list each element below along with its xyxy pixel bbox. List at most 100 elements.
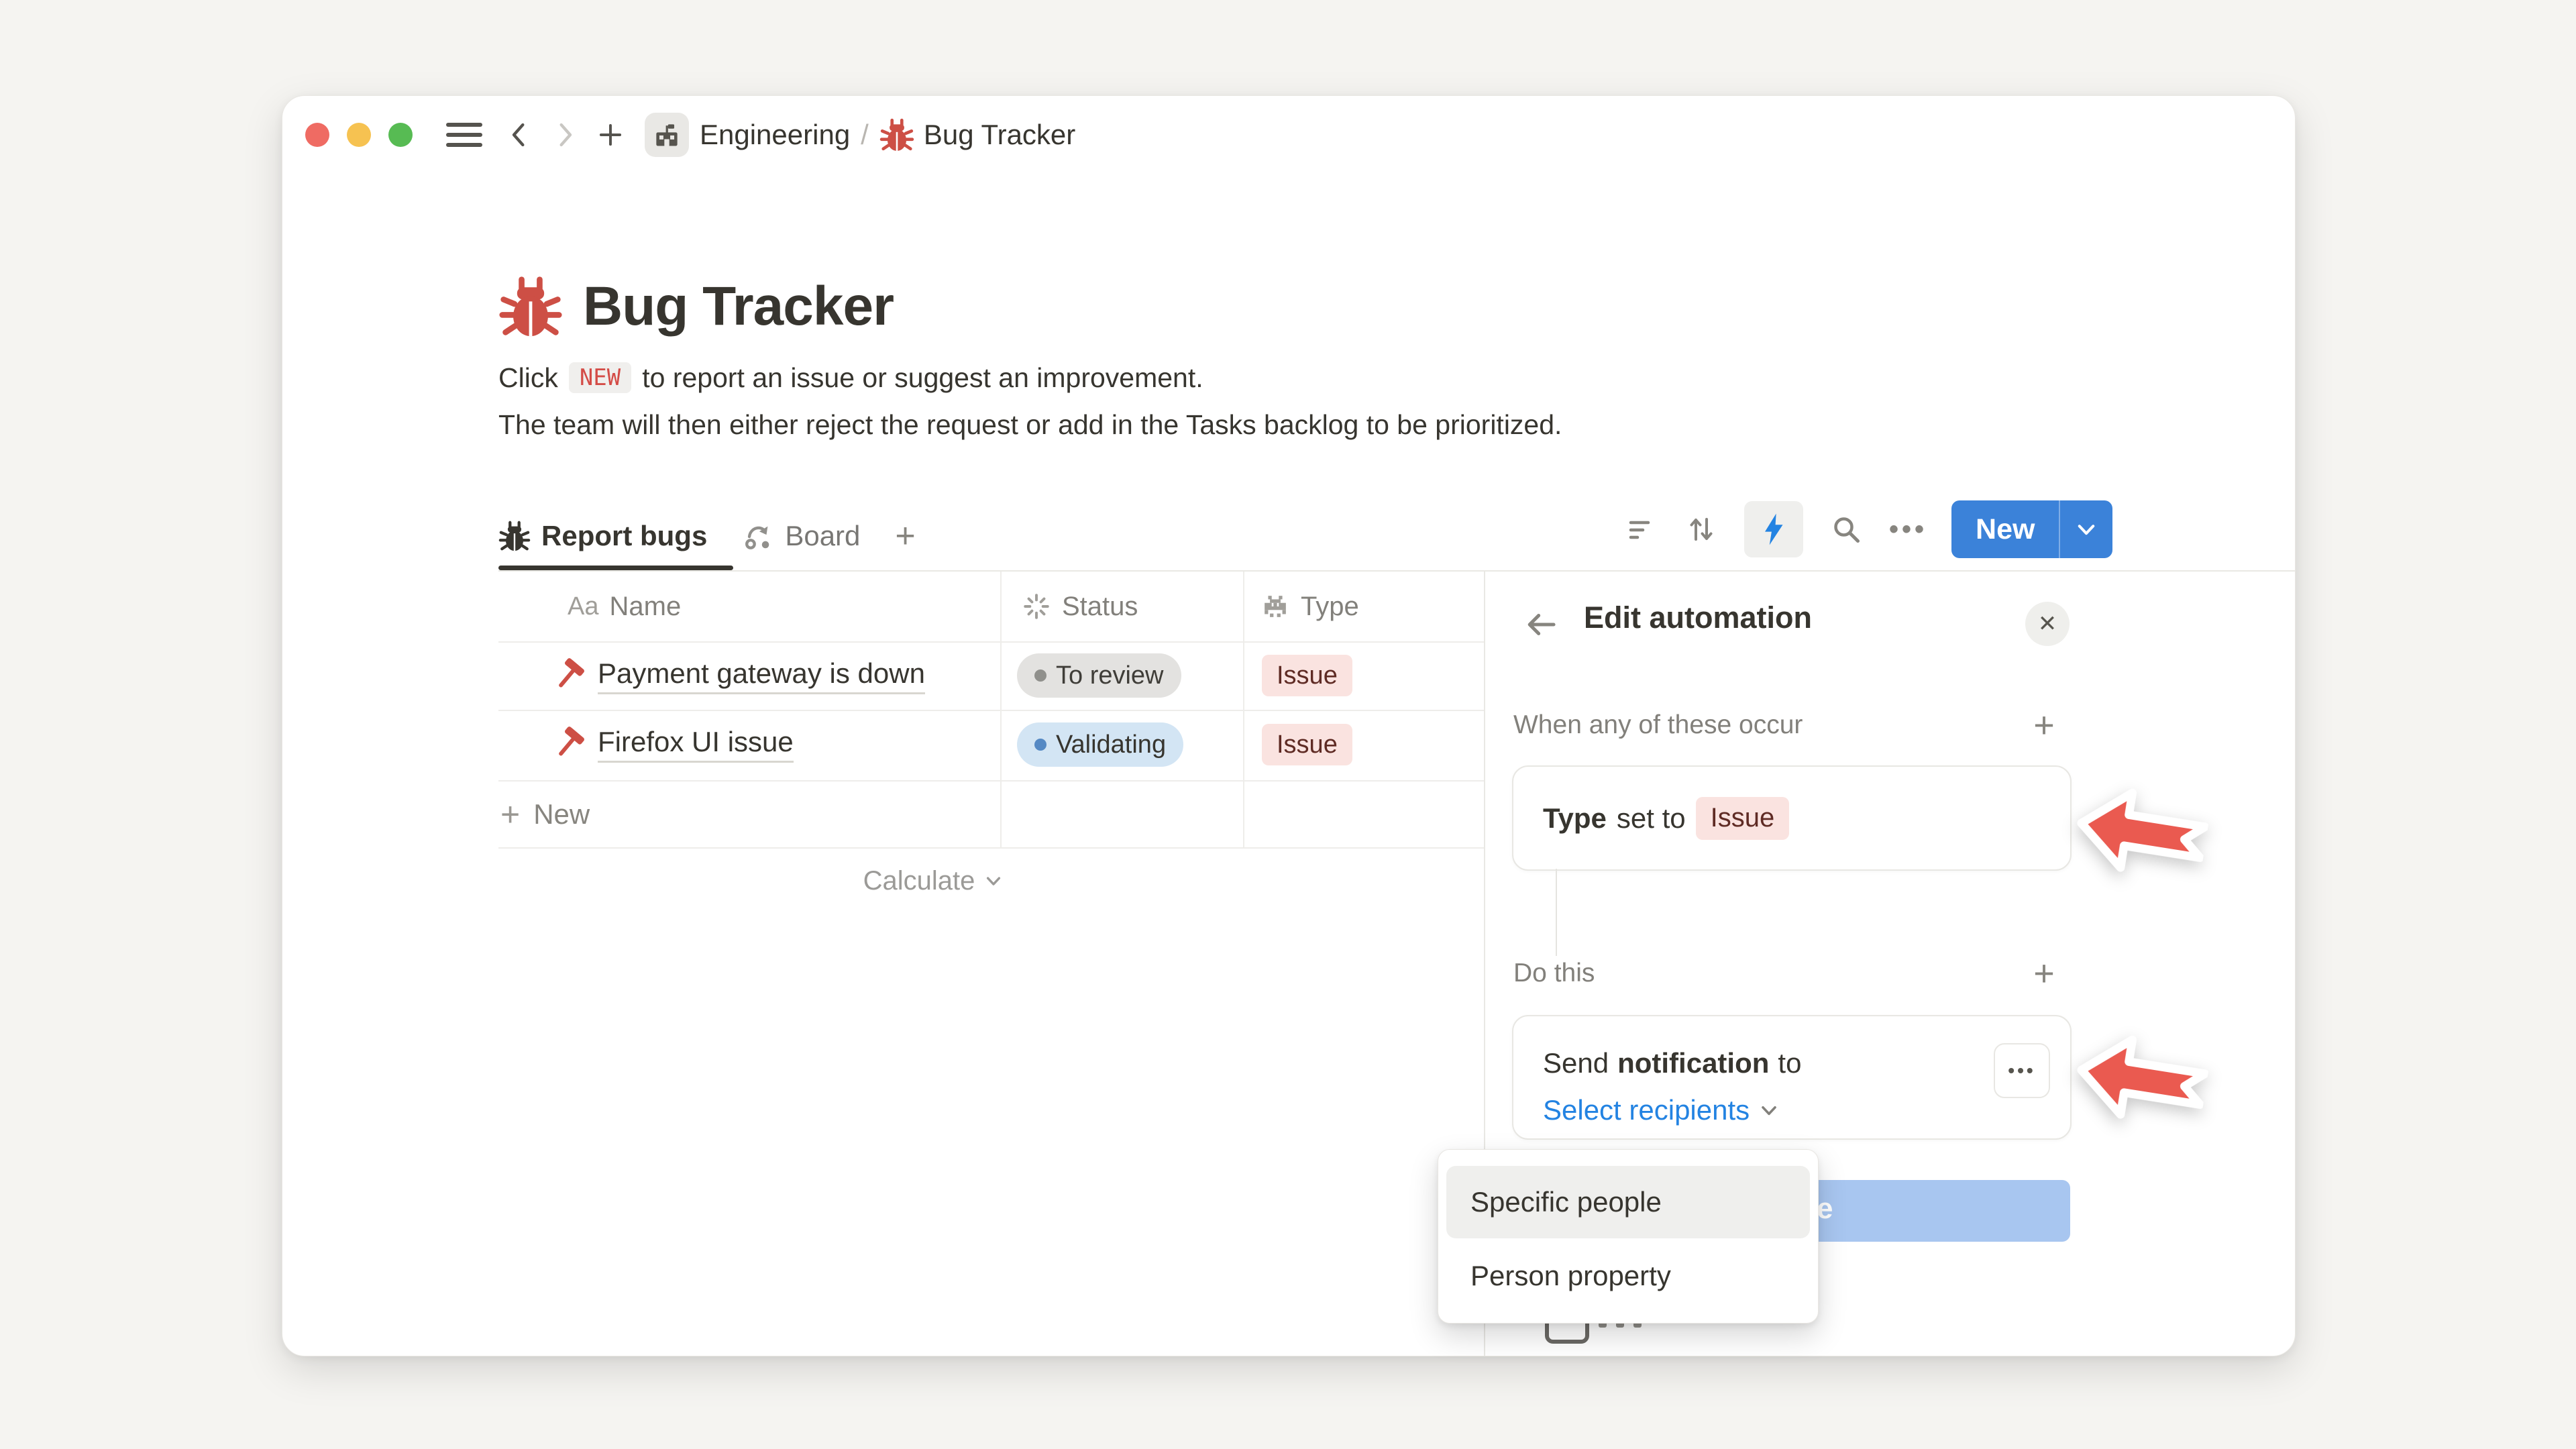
status-dot — [1034, 669, 1046, 682]
description-text: to report an issue or suggest an improve… — [642, 362, 1203, 394]
column-divider — [1243, 572, 1244, 849]
action-text-bold: notification — [1617, 1047, 1769, 1079]
select-recipients-label: Select recipients — [1543, 1094, 1750, 1126]
row-title-link[interactable]: Payment gateway is down — [598, 657, 925, 694]
trigger-property: Type — [1543, 802, 1607, 835]
search-icon[interactable] — [1827, 511, 1865, 548]
invader-property-icon — [1260, 592, 1290, 621]
new-page-icon[interactable] — [594, 118, 627, 152]
type-tag: Issue — [1262, 724, 1352, 765]
status-badge[interactable]: Validating — [1017, 722, 1183, 767]
add-row-label: New — [533, 798, 590, 830]
panel-close-button[interactable]: ✕ — [2025, 602, 2070, 646]
hammer-icon — [551, 657, 587, 694]
action-section-label: Do this — [1513, 952, 1595, 995]
app-window: Engineering / Bug Tracker Bug Tracker Cl… — [282, 95, 2296, 1356]
new-record-button[interactable]: New — [1951, 500, 2112, 558]
view-tabs: Report bugs Board + — [498, 505, 916, 567]
page-description-line1: Click NEW to report an issue or suggest … — [498, 359, 1203, 396]
trigger-section-label: When any of these occur — [1513, 704, 1803, 747]
description-text: The team will then either reject the req… — [498, 409, 1562, 441]
page-title: Bug Tracker — [583, 275, 894, 338]
hammer-icon — [551, 726, 587, 762]
breadcrumb-workspace[interactable]: Engineering — [700, 119, 850, 151]
workspace-icon[interactable] — [645, 113, 689, 157]
breadcrumb: Engineering / Bug Tracker — [700, 117, 1075, 152]
menu-item-specific-people[interactable]: Specific people — [1446, 1166, 1810, 1238]
zoom-window-button[interactable] — [388, 123, 413, 147]
type-tag: Issue — [1262, 655, 1352, 696]
page-description-line2: The team will then either reject the req… — [498, 406, 1562, 443]
board-view-icon — [742, 520, 774, 552]
tab-label: Board — [785, 520, 860, 552]
close-icon: ✕ — [2038, 610, 2057, 637]
column-label: Status — [1062, 592, 1138, 622]
row-divider — [498, 847, 1484, 849]
add-trigger-button[interactable]: + — [2025, 704, 2063, 747]
more-options-icon[interactable]: ••• — [1889, 515, 1927, 545]
table-row[interactable]: Firefox UI issue — [551, 710, 794, 778]
sort-icon[interactable] — [1682, 511, 1720, 548]
column-header-name[interactable]: Aa Name — [568, 572, 681, 641]
new-button-label[interactable]: New — [1951, 500, 2059, 558]
minimize-window-button[interactable] — [347, 123, 371, 147]
flow-connector — [1556, 869, 1557, 956]
close-window-button[interactable] — [305, 123, 329, 147]
row-title-link[interactable]: Firefox UI issue — [598, 726, 794, 763]
panel-title: Edit automation — [1584, 600, 1812, 635]
annotation-arrow-trigger — [2069, 777, 2213, 888]
status-property-icon — [1022, 592, 1051, 621]
description-text: Click — [498, 362, 558, 394]
new-inline-badge: NEW — [569, 362, 631, 393]
forward-icon[interactable] — [548, 118, 582, 152]
add-action-button[interactable]: + — [2025, 952, 2063, 995]
plus-icon: + — [500, 795, 520, 834]
action-more-button[interactable]: ••• — [1994, 1043, 2050, 1098]
status-dot — [1034, 739, 1046, 751]
annotation-arrow-action — [2069, 1024, 2213, 1135]
recipients-menu: Specific people Person property — [1438, 1149, 1819, 1324]
active-tab-underline — [498, 566, 733, 570]
calculate-button[interactable]: Calculate — [833, 850, 1034, 912]
back-icon[interactable] — [502, 118, 536, 152]
column-header-type[interactable]: Type — [1260, 572, 1359, 641]
bug-icon — [879, 117, 914, 152]
type-cell[interactable]: Issue — [1262, 655, 1352, 696]
tab-label: Report bugs — [541, 520, 707, 552]
tab-report-bugs[interactable]: Report bugs — [498, 520, 707, 552]
chevron-down-icon — [1759, 1100, 1779, 1120]
database-toolbar: ••• New — [1621, 497, 2112, 561]
bug-icon — [498, 520, 531, 552]
tab-board[interactable]: Board — [742, 520, 860, 552]
column-header-status[interactable]: Status — [1022, 572, 1138, 641]
page-header: Bug Tracker — [498, 274, 894, 339]
trigger-verb: set to — [1617, 802, 1686, 835]
header-divider — [498, 570, 2295, 572]
table-row[interactable]: Payment gateway is down — [551, 641, 925, 710]
type-cell[interactable]: Issue — [1262, 724, 1352, 765]
trigger-card[interactable]: Type set to Issue — [1512, 765, 2072, 871]
action-text: to — [1778, 1047, 1801, 1079]
add-view-button[interactable]: + — [895, 516, 915, 556]
chevron-down-icon — [2075, 518, 2098, 541]
filter-icon[interactable] — [1621, 511, 1658, 548]
status-badge[interactable]: To review — [1017, 653, 1181, 698]
column-label: Name — [609, 592, 681, 622]
menu-item-person-property[interactable]: Person property — [1446, 1240, 1810, 1312]
breadcrumb-separator: / — [861, 119, 869, 151]
text-property-icon: Aa — [568, 592, 598, 621]
window-topbar: Engineering / Bug Tracker — [305, 109, 1075, 160]
status-label: To review — [1056, 661, 1164, 690]
calculate-label: Calculate — [863, 866, 975, 896]
automations-button[interactable] — [1744, 501, 1803, 557]
add-row-button[interactable]: + New — [500, 782, 590, 847]
select-recipients-dropdown[interactable]: Select recipients — [1543, 1094, 1779, 1126]
trigger-value-tag: Issue — [1696, 797, 1790, 840]
save-button-visible-text: e — [1817, 1192, 1833, 1226]
action-card[interactable]: Send notification to ••• Select recipien… — [1512, 1015, 2072, 1140]
lightning-icon — [1756, 512, 1791, 547]
panel-back-icon[interactable] — [1522, 606, 1560, 643]
sidebar-menu-icon[interactable] — [446, 123, 482, 147]
new-button-dropdown[interactable] — [2060, 500, 2112, 558]
breadcrumb-page[interactable]: Bug Tracker — [924, 119, 1075, 151]
